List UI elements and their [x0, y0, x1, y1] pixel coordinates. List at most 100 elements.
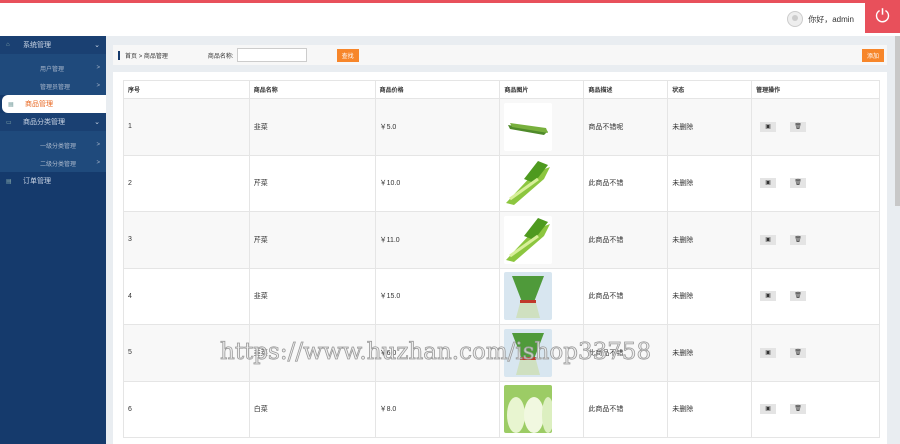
chevron-right-icon: > — [96, 142, 100, 148]
sidebar-item-6[interactable]: 二级分类管理 > — [0, 154, 106, 172]
column-header: 商品描述 — [583, 80, 669, 99]
product-price: ￥8.0 — [374, 380, 501, 438]
breadcrumb-separator: > — [138, 53, 143, 60]
breadcrumb-marker — [118, 50, 120, 60]
celery-image — [504, 215, 553, 264]
sidebar-item-2[interactable]: 管理员管理 > — [0, 77, 106, 95]
column-header: 状态 — [667, 80, 753, 99]
cabbage-image — [504, 385, 553, 434]
product-price: ￥5.0 — [374, 98, 501, 156]
table-row: 6 白菜 ￥8.0 此商品不错 未删除 ▣ 🗑 — [123, 380, 880, 438]
actions: ▣ 🗑 — [751, 98, 880, 156]
sidebar-item-label: 商品管理 — [25, 101, 53, 108]
actions: ▣ 🗑 — [751, 211, 880, 269]
row-id: 5 — [123, 324, 250, 382]
delete-button[interactable]: 🗑 — [790, 234, 807, 245]
search-button[interactable]: 查找 — [336, 48, 359, 62]
sidebar: ⌂ 系统管理 ⌄ 用户管理 > 管理员管理 > ▦ 商品管理 ▭ 商品分类管理 ⌄ 一级分类管理 > 二级分… — [0, 36, 106, 444]
sidebar-item-5[interactable]: 一级分类管理 > — [0, 136, 106, 154]
chives-image — [504, 102, 553, 151]
actions: ▣ 🗑 — [751, 154, 880, 212]
avatar-icon — [787, 11, 804, 27]
sidebar-item-label: 商品分类管理 — [23, 119, 65, 126]
user-info[interactable]: 你好，admin — [787, 11, 854, 27]
column-header: 商品图片 — [499, 80, 585, 99]
delete-button[interactable]: 🗑 — [790, 347, 807, 358]
delete-button[interactable]: 🗑 — [790, 291, 807, 302]
sidebar-item-4[interactable]: ▭ 商品分类管理 ⌄ — [0, 113, 106, 131]
row-id: 2 — [123, 154, 250, 212]
table-row: 2 芹菜 ￥10.0 此商品不错 未删除 ▣ 🗑 — [123, 154, 880, 212]
breadcrumb-home[interactable]: 首页 — [125, 54, 137, 60]
table-panel: 序号 商品名称 商品价格 商品图片 商品描述 状态 管理操作 1 韭菜 ￥5.0 商品不错呢… — [113, 72, 887, 444]
sidebar-item-7[interactable]: ▤ 订单管理 — [0, 172, 106, 190]
row-id: 6 — [123, 380, 250, 438]
column-header: 商品价格 — [374, 80, 501, 99]
product-description: 此商品不错 — [583, 324, 669, 382]
breadcrumb: 首页 > 商品管理 — [125, 51, 168, 60]
column-header: 管理操作 — [751, 80, 880, 99]
menu-icon: ▦ — [8, 101, 14, 108]
breadcrumb-current: 商品管理 — [143, 53, 168, 60]
sidebar-item-label: 系统管理 — [23, 42, 51, 49]
actions: ▣ 🗑 — [751, 380, 880, 438]
sidebar-item-label: 订单管理 — [23, 178, 51, 185]
scrollbar[interactable] — [895, 36, 900, 206]
delete-button[interactable]: 🗑 — [790, 404, 807, 415]
chives-bundle-image — [504, 272, 553, 321]
product-image — [499, 154, 585, 212]
edit-button[interactable]: ▣ — [760, 347, 777, 358]
table-row: 4 韭菜 ￥15.0 此商品不错 未删除 ▣ 🗑 — [123, 267, 880, 325]
product-image — [499, 380, 585, 438]
product-name: 韭菜 — [248, 98, 376, 156]
column-header: 商品名称 — [248, 80, 376, 99]
product-image — [499, 324, 585, 382]
product-description: 商品不错呢 — [583, 98, 669, 156]
edit-button[interactable]: ▣ — [760, 121, 777, 132]
product-status: 未删除 — [667, 98, 753, 156]
sidebar-item-label: 二级分类管理 — [40, 161, 77, 168]
edit-button[interactable]: ▣ — [760, 291, 777, 302]
delete-button[interactable]: 🗑 — [790, 121, 807, 132]
product-name: 芹菜 — [248, 211, 376, 269]
product-status: 未删除 — [667, 267, 753, 325]
sidebar-item-label: 管理员管理 — [40, 84, 71, 91]
table-row: 5 韭菜 ￥6.0 此商品不错 未删除 ▣ 🗑 — [123, 324, 880, 382]
row-id: 4 — [123, 267, 250, 325]
top-bar: 你好，admin — [0, 0, 900, 36]
search-input[interactable] — [236, 48, 307, 62]
product-name: 芹菜 — [248, 154, 376, 212]
product-table: 序号 商品名称 商品价格 商品图片 商品描述 状态 管理操作 1 韭菜 ￥5.0 商品不错呢… — [123, 80, 880, 438]
edit-button[interactable]: ▣ — [760, 234, 777, 245]
sidebar-item-1[interactable]: 用户管理 > — [0, 59, 106, 77]
table-row: 3 芹菜 ￥11.0 此商品不错 未删除 ▣ 🗑 — [123, 211, 880, 269]
product-description: 此商品不错 — [583, 267, 669, 325]
edit-button[interactable]: ▣ — [760, 404, 777, 415]
sidebar-item-3[interactable]: ▦ 商品管理 — [2, 95, 106, 113]
sidebar-item-0[interactable]: ⌂ 系统管理 ⌄ — [0, 36, 106, 54]
add-button[interactable]: 添加 — [861, 48, 884, 62]
actions: ▣ 🗑 — [751, 324, 880, 382]
actions: ▣ 🗑 — [751, 267, 880, 325]
delete-button[interactable]: 🗑 — [790, 178, 807, 189]
product-name: 韭菜 — [248, 324, 376, 382]
product-description: 此商品不错 — [583, 211, 669, 269]
power-icon: ⏻ — [875, 6, 890, 26]
chevron-right-icon: > — [96, 83, 100, 89]
product-price: ￥15.0 — [374, 267, 501, 325]
product-name: 韭菜 — [248, 267, 376, 325]
menu-icon: ▤ — [6, 178, 12, 185]
edit-button[interactable]: ▣ — [760, 178, 777, 189]
chevron-right-icon: > — [96, 65, 100, 71]
product-image — [499, 211, 585, 269]
greeting: 你好，admin — [808, 14, 854, 24]
chevron-right-icon: > — [96, 160, 100, 166]
product-price: ￥11.0 — [374, 211, 501, 269]
logout-button[interactable]: ⏻ — [865, 0, 900, 33]
row-id: 3 — [123, 211, 250, 269]
sidebar-item-label: 一级分类管理 — [40, 143, 77, 150]
product-status: 未删除 — [667, 211, 753, 269]
chevron-down-icon: ⌄ — [94, 42, 100, 49]
menu-icon: ⌂ — [6, 42, 10, 48]
column-header: 序号 — [123, 80, 250, 99]
